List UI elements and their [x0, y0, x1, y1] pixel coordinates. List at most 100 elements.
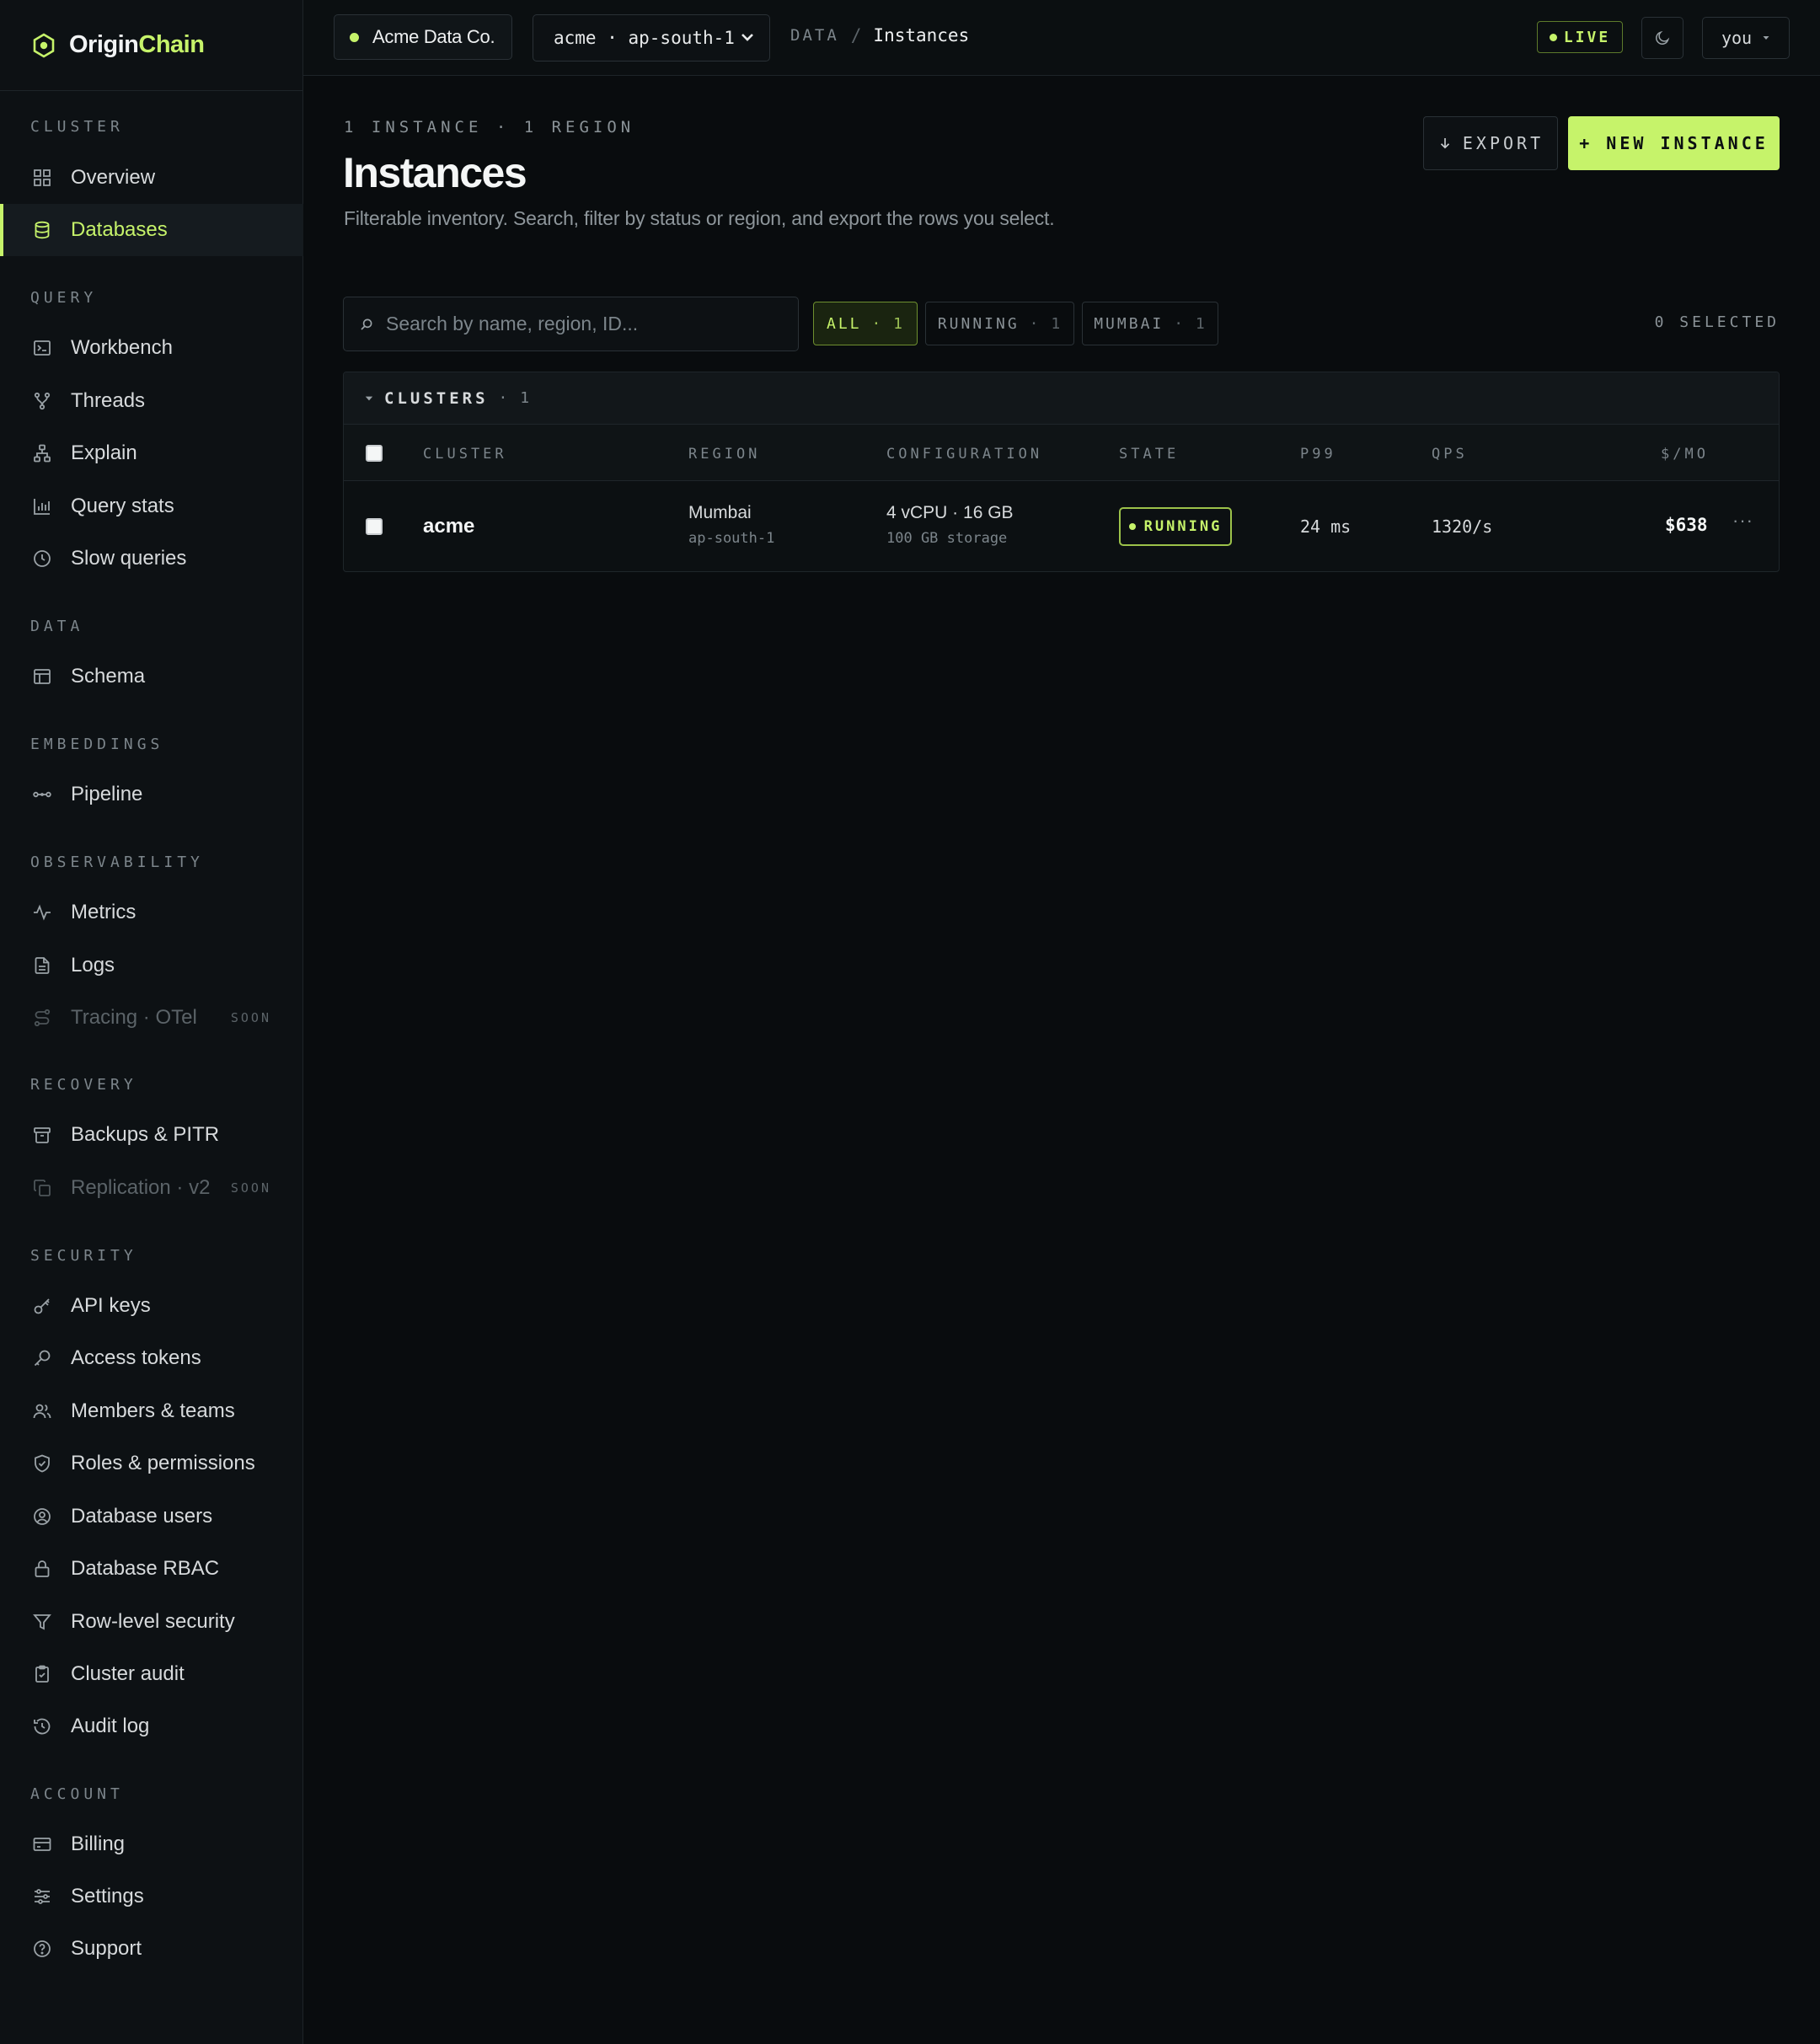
- sidebar-item-label: Pipeline: [71, 783, 143, 805]
- sidebar-item-billing[interactable]: Billing: [0, 1818, 303, 1870]
- topbar: Acme Data Co. acme · ap-south-1 DATA / I…: [303, 0, 1820, 76]
- live-dot: [1549, 33, 1557, 41]
- sidebar-item-label: Schema: [71, 665, 146, 688]
- soon-badge: SOON: [230, 1010, 271, 1025]
- table-row[interactable]: acme Mumbai ap-south-1 4 vCPU · 16 GB 10…: [344, 481, 1779, 571]
- select-all-checkbox[interactable]: [366, 445, 383, 462]
- group-header-clusters[interactable]: CLUSTERS · 1: [344, 372, 1779, 425]
- sidebar-item-support[interactable]: Support: [0, 1923, 303, 1975]
- sidebar-item-label: Backups & PITR: [71, 1123, 220, 1146]
- search-input[interactable]: [386, 313, 790, 335]
- cluster-name[interactable]: acme: [423, 515, 474, 538]
- cost-value: $638: [1665, 515, 1708, 535]
- status-dot: [350, 32, 359, 42]
- table-header: CLUSTER REGION CONFIGURATION STATE P99 Q…: [344, 425, 1779, 481]
- page-description: Filterable inventory. Search, filter by …: [344, 207, 1055, 229]
- user-menu-button[interactable]: you: [1702, 17, 1790, 59]
- sidebar-item-slow-queries[interactable]: Slow queries: [0, 532, 303, 585]
- token-icon: [34, 1350, 51, 1367]
- column-header-qps[interactable]: QPS: [1432, 446, 1468, 463]
- p99-value: 24 ms: [1300, 516, 1352, 537]
- sidebar-item-metrics[interactable]: Metrics: [0, 886, 303, 939]
- config-storage: 100 GB storage: [886, 530, 1008, 547]
- sidebar-item-settings[interactable]: Settings: [0, 1870, 303, 1923]
- chip-count: · 1: [871, 314, 905, 333]
- sidebar-item-row-level-security[interactable]: Row-level security: [0, 1596, 303, 1648]
- sidebar-item-label: Support: [71, 1937, 142, 1960]
- sidebar: OriginChain CLUSTER Overview Databases Q…: [0, 0, 303, 2044]
- column-header-region[interactable]: REGION: [688, 446, 760, 463]
- region-name: Mumbai: [688, 503, 752, 522]
- filter-chip-all[interactable]: ALL · 1: [813, 302, 918, 345]
- file-icon: [35, 957, 50, 974]
- sidebar-item-label: Settings: [71, 1885, 144, 1908]
- sidebar-item-label: Cluster audit: [71, 1662, 185, 1685]
- new-instance-button[interactable]: + NEW INSTANCE: [1568, 116, 1780, 170]
- sidebar-item-label: Workbench: [71, 336, 173, 359]
- theme-toggle-button[interactable]: [1641, 17, 1684, 59]
- sidebar-item-explain[interactable]: Explain: [0, 427, 303, 479]
- archive-icon: [34, 1127, 51, 1143]
- breadcrumb-section[interactable]: DATA: [790, 26, 839, 45]
- sidebar-item-label: Billing: [71, 1833, 126, 1855]
- column-header-state[interactable]: STATE: [1119, 446, 1179, 463]
- sidebar-item-label: Explain: [71, 441, 137, 464]
- filter-chip-running[interactable]: RUNNING · 1: [925, 302, 1074, 345]
- sidebar-item-pipeline[interactable]: Pipeline: [0, 768, 303, 821]
- clipboard-icon: [35, 1665, 49, 1683]
- sidebar-item-label: API keys: [71, 1294, 151, 1317]
- chip-label: MUMBAI: [1094, 314, 1164, 333]
- sidebar-item-database-users[interactable]: Database users: [0, 1490, 303, 1543]
- sidebar-item-overview[interactable]: Overview: [0, 152, 303, 204]
- filter-chip-mumbai[interactable]: MUMBAI · 1: [1082, 302, 1218, 345]
- cluster-select[interactable]: acme · ap-south-1: [533, 14, 770, 62]
- sidebar-item-schema[interactable]: Schema: [0, 650, 303, 703]
- nav-heading-observability: OBSERVABILITY: [30, 853, 204, 871]
- sidebar-item-query-stats[interactable]: Query stats: [0, 480, 303, 532]
- sidebar-item-audit-log[interactable]: Audit log: [0, 1700, 303, 1752]
- sidebar-item-replication: Replication · v2 SOON: [0, 1162, 303, 1214]
- status-label: RUNNING: [1143, 518, 1223, 535]
- sidebar-item-label: Overview: [71, 166, 156, 189]
- org-switcher[interactable]: Acme Data Co.: [334, 14, 512, 60]
- breadcrumb-current: Instances: [873, 25, 970, 45]
- sidebar-item-label: Tracing · OTel: [71, 1006, 197, 1029]
- sidebar-item-label: Replication · v2: [71, 1176, 211, 1199]
- chip-label: ALL: [826, 314, 862, 333]
- sidebar-item-backups[interactable]: Backups & PITR: [0, 1109, 303, 1161]
- card-icon: [33, 1838, 51, 1851]
- sidebar-item-logs[interactable]: Logs: [0, 939, 303, 992]
- hexagon-logo-icon: [33, 32, 55, 58]
- sliders-icon: [35, 1889, 50, 1904]
- sidebar-item-workbench[interactable]: Workbench: [0, 322, 303, 374]
- sidebar-item-databases[interactable]: Databases: [0, 204, 303, 256]
- chip-label: RUNNING: [937, 314, 1020, 333]
- row-checkbox[interactable]: [366, 518, 383, 535]
- chip-count: · 1: [1029, 314, 1063, 333]
- sidebar-item-api-keys[interactable]: API keys: [0, 1280, 303, 1332]
- search-box[interactable]: [343, 297, 799, 351]
- export-button[interactable]: EXPORT: [1423, 116, 1558, 170]
- sidebar-item-threads[interactable]: Threads: [0, 375, 303, 427]
- sidebar-item-label: Slow queries: [71, 547, 187, 570]
- caret-down-icon: [1763, 36, 1769, 40]
- key-icon: [34, 1298, 50, 1314]
- row-more-icon[interactable]: ···: [1732, 510, 1753, 532]
- sidebar-item-database-rbac[interactable]: Database RBAC: [0, 1543, 303, 1595]
- sidebar-item-cluster-audit[interactable]: Cluster audit: [0, 1648, 303, 1700]
- brand[interactable]: OriginChain: [0, 0, 302, 91]
- shield-icon: [35, 1454, 50, 1473]
- config-cell: 4 vCPU · 16 GB 100 GB storage: [886, 503, 1014, 547]
- sidebar-item-access-tokens[interactable]: Access tokens: [0, 1332, 303, 1384]
- chevron-down-icon: [741, 34, 753, 41]
- column-header-configuration[interactable]: CONFIGURATION: [886, 446, 1042, 463]
- group-title: CLUSTERS: [384, 388, 489, 408]
- sidebar-item-roles[interactable]: Roles & permissions: [0, 1437, 303, 1490]
- sidebar-item-members[interactable]: Members & teams: [0, 1385, 303, 1437]
- column-header-p99[interactable]: P99: [1300, 446, 1336, 463]
- column-header-cluster[interactable]: CLUSTER: [423, 446, 507, 463]
- status-dot: [1128, 523, 1136, 530]
- column-header-cost[interactable]: $/MO: [1661, 446, 1709, 463]
- pulse-icon: [34, 904, 51, 921]
- bar-chart-icon: [34, 499, 50, 515]
